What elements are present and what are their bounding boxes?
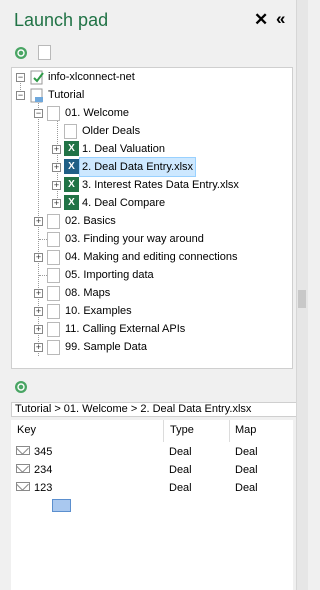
tree-node[interactable]: 04. Making and editing connections bbox=[65, 248, 237, 266]
new-row-button[interactable] bbox=[52, 499, 71, 512]
tree-node[interactable]: 02. Basics bbox=[65, 212, 116, 230]
column-header-key[interactable]: Key bbox=[17, 424, 36, 436]
cell-map[interactable]: Deal bbox=[235, 446, 258, 458]
tree-node[interactable]: 05. Importing data bbox=[65, 266, 154, 284]
cell-key[interactable]: 123 bbox=[34, 482, 52, 494]
collapse-toggle[interactable]: − bbox=[16, 73, 25, 82]
collapse-icon[interactable]: « bbox=[276, 9, 285, 29]
folder-connection-icon bbox=[30, 88, 43, 103]
expand-toggle[interactable]: + bbox=[34, 253, 43, 262]
folder-icon bbox=[64, 124, 77, 139]
mail-icon bbox=[16, 464, 30, 473]
tree-node[interactable]: info-xlconnect-net bbox=[48, 68, 135, 86]
expand-toggle[interactable]: + bbox=[34, 343, 43, 352]
panel-title: Launch pad bbox=[14, 10, 109, 30]
launch-pad-panel: Launch pad ✕ « − info-xlconnect-net − Tu… bbox=[0, 0, 297, 590]
expand-toggle[interactable]: + bbox=[34, 307, 43, 316]
tree-node[interactable]: 99. Sample Data bbox=[65, 338, 147, 356]
refresh-icon[interactable] bbox=[14, 380, 28, 394]
expand-toggle[interactable]: + bbox=[34, 325, 43, 334]
folder-icon bbox=[47, 340, 60, 355]
document-icon[interactable] bbox=[38, 45, 51, 60]
cell-map[interactable]: Deal bbox=[235, 482, 258, 494]
tree-node[interactable]: 03. Finding your way around bbox=[65, 230, 204, 248]
expand-toggle[interactable]: + bbox=[52, 145, 61, 154]
refresh-icon[interactable] bbox=[14, 46, 28, 60]
tree-node[interactable]: 10. Examples bbox=[65, 302, 132, 320]
connected-doc-icon bbox=[30, 70, 44, 85]
collapse-toggle[interactable]: − bbox=[16, 91, 25, 100]
cell-type[interactable]: Deal bbox=[169, 464, 192, 476]
folder-icon bbox=[47, 268, 60, 283]
excel-icon: X bbox=[64, 195, 79, 210]
tree-node[interactable]: 11. Calling External APIs bbox=[65, 320, 185, 338]
folder-icon bbox=[47, 106, 60, 121]
mail-icon bbox=[16, 482, 30, 491]
collapse-toggle[interactable]: − bbox=[34, 109, 43, 118]
tree-node[interactable]: 4. Deal Compare bbox=[82, 194, 165, 212]
folder-icon bbox=[47, 286, 60, 301]
expand-toggle[interactable]: + bbox=[52, 199, 61, 208]
cell-key[interactable]: 234 bbox=[34, 464, 52, 476]
excel-icon: X bbox=[64, 141, 79, 156]
cell-type[interactable]: Deal bbox=[169, 482, 192, 494]
expand-toggle[interactable]: + bbox=[34, 289, 43, 298]
expand-toggle[interactable]: + bbox=[52, 163, 61, 172]
folder-icon bbox=[47, 232, 60, 247]
folder-icon bbox=[47, 250, 60, 265]
tree-node[interactable]: Older Deals bbox=[82, 122, 140, 140]
connection-tree[interactable]: − info-xlconnect-net − Tutorial − 01. We… bbox=[11, 67, 293, 369]
tree-node-selected[interactable]: 2. Deal Data Entry.xlsx bbox=[78, 157, 197, 177]
folder-icon bbox=[47, 322, 60, 337]
tree-node[interactable]: 1. Deal Valuation bbox=[82, 140, 165, 158]
excel-icon: X bbox=[64, 159, 79, 174]
cell-type[interactable]: Deal bbox=[169, 446, 192, 458]
column-header-map[interactable]: Map bbox=[235, 424, 256, 436]
cell-key[interactable]: 345 bbox=[34, 446, 52, 458]
cell-map[interactable]: Deal bbox=[235, 464, 258, 476]
folder-icon bbox=[47, 304, 60, 319]
scroll-thumb[interactable] bbox=[298, 290, 306, 308]
tree-node[interactable]: Tutorial bbox=[48, 86, 84, 104]
expand-toggle[interactable]: + bbox=[34, 217, 43, 226]
column-header-type[interactable]: Type bbox=[170, 424, 194, 436]
tree-node[interactable]: 08. Maps bbox=[65, 284, 110, 302]
breadcrumb: Tutorial > 01. Welcome > 2. Deal Data En… bbox=[11, 402, 297, 417]
tree-node[interactable]: 01. Welcome bbox=[65, 104, 129, 122]
excel-icon: X bbox=[64, 177, 79, 192]
close-icon[interactable]: ✕ bbox=[254, 10, 268, 30]
tree-node[interactable]: 3. Interest Rates Data Entry.xlsx bbox=[82, 176, 239, 194]
record-grid[interactable]: Key Type Map 345 Deal Deal 234 Deal Deal… bbox=[11, 420, 293, 590]
mail-icon bbox=[16, 446, 30, 455]
folder-icon bbox=[47, 214, 60, 229]
expand-toggle[interactable]: + bbox=[52, 181, 61, 190]
